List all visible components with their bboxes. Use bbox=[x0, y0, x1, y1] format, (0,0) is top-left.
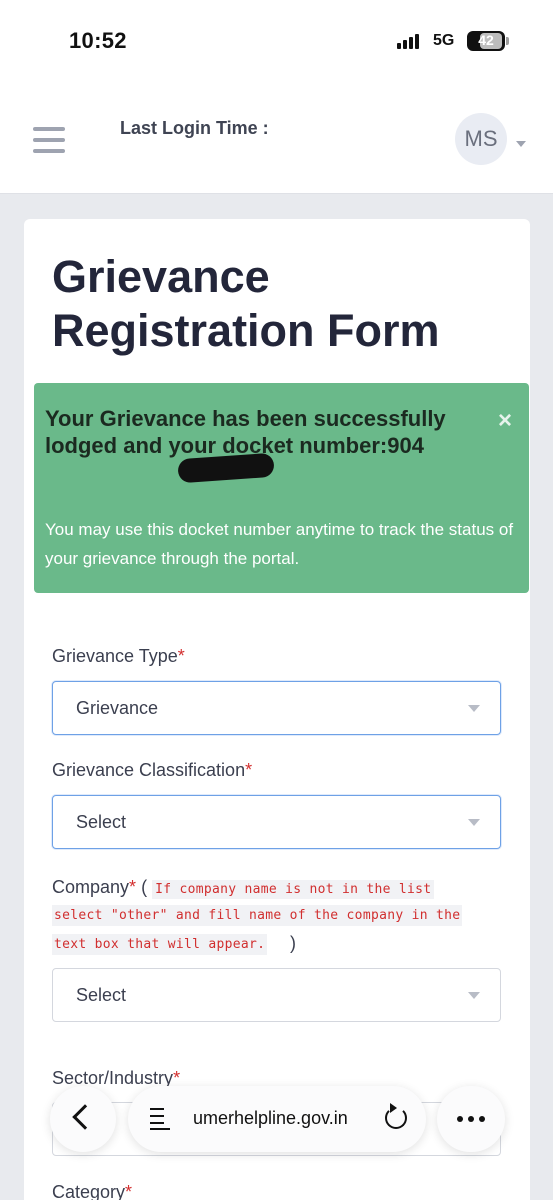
last-login-label: Last Login Time : bbox=[120, 118, 269, 138]
paren-open: ( bbox=[141, 877, 148, 897]
classification-label: Grievance Classification* bbox=[52, 760, 252, 781]
chevron-down-icon bbox=[468, 992, 480, 999]
status-time: 10:52 bbox=[69, 28, 127, 53]
grievance-type-select[interactable]: Grievance bbox=[52, 681, 501, 735]
classification-value: Select bbox=[76, 812, 127, 832]
required-mark: * bbox=[125, 1182, 133, 1200]
company-hint-line-1: If company name is not in the list bbox=[152, 880, 435, 899]
category-label-text: Category bbox=[52, 1182, 126, 1200]
battery-icon: 42 bbox=[467, 31, 505, 51]
avatar[interactable]: MS bbox=[455, 113, 507, 165]
battery-cap bbox=[506, 37, 509, 45]
more-icon[interactable] bbox=[437, 1086, 505, 1152]
chevron-down-icon bbox=[468, 819, 480, 826]
company-label-text: Company bbox=[52, 877, 130, 897]
classification-label-text: Grievance Classification bbox=[52, 760, 246, 780]
menu-icon[interactable] bbox=[33, 127, 65, 153]
chevron-left-icon bbox=[72, 1104, 98, 1130]
network-type: 5G bbox=[433, 32, 455, 49]
alert-message: You may use this docket number anytime t… bbox=[45, 520, 514, 568]
company-value: Select bbox=[76, 985, 127, 1005]
app-header: Last Login Time : MS bbox=[0, 80, 553, 194]
required-mark: * bbox=[245, 760, 253, 780]
battery-level: 42 bbox=[478, 32, 494, 48]
chevron-down-icon bbox=[468, 705, 480, 712]
url-text: umerhelpline.gov.in bbox=[193, 1108, 348, 1128]
status-bar: 10:52 5G 42 bbox=[0, 0, 553, 80]
sector-label-text: Sector/Industry bbox=[52, 1068, 174, 1088]
required-mark: * bbox=[173, 1068, 181, 1088]
close-icon[interactable]: × bbox=[498, 407, 512, 435]
required-mark: * bbox=[177, 646, 185, 666]
company-select[interactable]: Select bbox=[52, 968, 501, 1022]
required-mark: * bbox=[129, 877, 137, 897]
page-menu-icon[interactable] bbox=[150, 1108, 170, 1130]
company-hint-line-2: select "other" and fill name of the comp… bbox=[52, 905, 463, 926]
cellular-signal-icon bbox=[397, 33, 425, 49]
company-label: Company* ( If company name is not in the… bbox=[52, 873, 512, 904]
grievance-type-label: Grievance Type* bbox=[52, 646, 185, 667]
page-title: Grievance Registration Form bbox=[52, 251, 440, 356]
category-label: Category* bbox=[52, 1182, 132, 1200]
grievance-type-label-text: Grievance Type bbox=[52, 646, 178, 666]
back-button[interactable] bbox=[50, 1086, 116, 1152]
address-bar[interactable]: umerhelpline.gov.in bbox=[128, 1086, 426, 1152]
paren-close: ) bbox=[290, 933, 296, 953]
company-hint-line-3: text box that will appear. bbox=[52, 934, 268, 955]
grievance-type-value: Grievance bbox=[76, 698, 159, 718]
alert-title: Your Grievance has been successfully lod… bbox=[45, 406, 446, 458]
reload-arrow-icon bbox=[390, 1103, 397, 1113]
classification-select[interactable]: Select bbox=[52, 795, 501, 849]
chevron-down-icon[interactable] bbox=[516, 141, 526, 147]
